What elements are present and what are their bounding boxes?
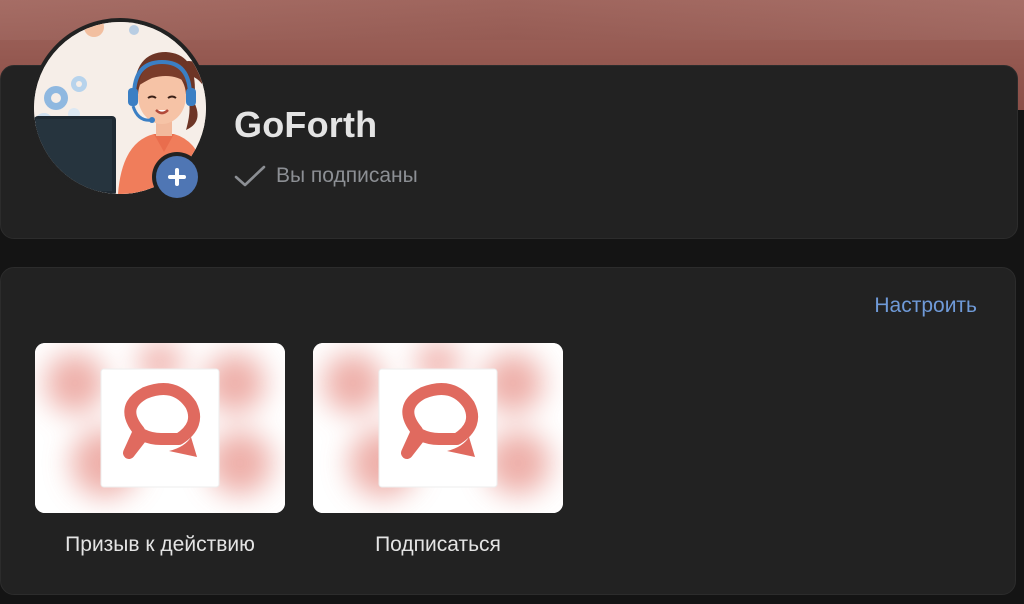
action-tile-subscribe[interactable]: Подписаться (313, 343, 563, 557)
subscription-status[interactable]: Вы подписаны (234, 164, 418, 188)
action-tile-call-to-action[interactable]: Призыв к действию (35, 343, 285, 557)
action-tile-label: Подписаться (375, 533, 501, 556)
add-avatar-button[interactable] (152, 152, 202, 202)
action-tile-image (313, 343, 563, 513)
action-tile-image (35, 343, 285, 513)
subscription-status-label: Вы подписаны (276, 164, 418, 187)
community-page: GoForth Вы подписаны Настроить Призыв к … (0, 0, 1024, 604)
community-name: GoForth (234, 104, 378, 145)
actions-panel: Настроить Призыв к действию Подписаться (0, 267, 1016, 595)
action-tile-label: Призыв к действию (65, 533, 255, 556)
plus-icon (168, 168, 186, 186)
checkmark-icon (234, 165, 266, 187)
configure-link[interactable]: Настроить (874, 294, 977, 318)
